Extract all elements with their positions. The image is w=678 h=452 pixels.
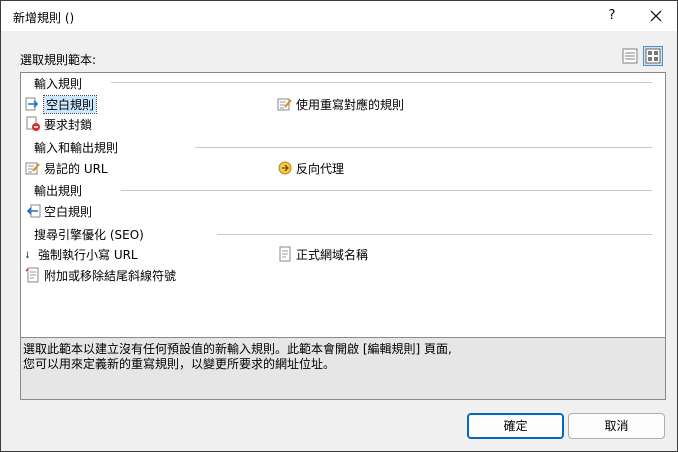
dialog-title: 新增規則 () [13,11,75,25]
title-bar: 新增規則 () ? [1,1,677,31]
template-outbound-blank-rule[interactable]: 空白規則 [25,202,92,220]
group-header-seo: 搜尋引擎優化 (SEO) [34,228,144,242]
list-view-button[interactable] [620,46,640,66]
template-label: 反向代理 [296,161,345,176]
template-rewrite-map-rule[interactable]: 使用重寫對應的規則 [277,95,404,113]
group-divider [217,234,652,235]
slash-doc-icon [25,267,39,283]
lowercase-icon [25,251,30,259]
template-label: 附加或移除結尾斜線符號 [44,268,177,283]
template-user-friendly-url[interactable]: 易記的 URL [25,159,108,177]
description-line: 您可以用來定義新的重寫規則，以變更所要求的網址位址。 [23,357,336,371]
template-label: 空白規則 [42,94,98,114]
template-list[interactable]: 輸入規則 空白規則 使用重寫對應的規則 要求封鎖 輸入和輸出規則 易記的 URL… [20,72,666,338]
document-icon [279,246,291,262]
template-inbound-blank-rule[interactable]: 空白規則 [25,94,98,114]
group-header-inbound-outbound: 輸入和輸出規則 [34,141,119,155]
group-divider [121,190,652,191]
template-label: 空白規則 [44,204,93,219]
edit-map-icon [277,98,292,111]
list-view-icon [622,48,638,64]
group-divider [195,147,652,148]
template-description: 選取此範本以建立沒有任何預設值的新輸入規則。此範本會開啟 [編輯規則] 頁面, … [20,338,666,400]
proxy-icon [278,161,292,175]
close-button[interactable] [645,6,667,26]
template-enforce-lowercase-url[interactable]: 強制執行小寫 URL [25,245,138,263]
template-label: 易記的 URL [44,161,108,176]
group-header-inbound: 輸入規則 [34,77,83,91]
tile-view-icon [645,48,661,64]
group-divider [111,82,652,83]
group-header-outbound: 輸出規則 [34,184,83,198]
arrow-left-icon [26,204,41,218]
template-label: 強制執行小寫 URL [38,247,138,262]
template-append-remove-trailing-slash[interactable]: 附加或移除結尾斜線符號 [25,266,176,284]
template-label: 要求封鎖 [44,117,93,132]
add-rule-dialog: 新增規則 () ? 選取規則範本: 輸入規則 空白規則 使用重寫對應的規則 要求… [0,0,678,452]
ok-button[interactable]: 確定 [467,413,564,439]
arrow-right-icon [25,97,39,111]
template-label: 使用重寫對應的規則 [296,97,405,112]
description-line: 選取此範本以建立沒有任何預設值的新輸入規則。此範本會開啟 [編輯規則] 頁面, [23,342,452,356]
tile-view-button[interactable] [643,46,663,66]
block-icon [26,116,40,131]
select-template-label: 選取規則範本: [20,53,97,67]
template-reverse-proxy[interactable]: 反向代理 [277,159,344,177]
template-canonical-domain-name[interactable]: 正式網域名稱 [277,245,368,263]
cancel-button[interactable]: 取消 [568,413,665,439]
help-button[interactable]: ? [603,6,621,26]
edit-pencil-icon [25,162,40,175]
close-icon [650,10,662,22]
template-label: 正式網域名稱 [296,247,369,262]
template-request-blocking[interactable]: 要求封鎖 [25,115,92,133]
